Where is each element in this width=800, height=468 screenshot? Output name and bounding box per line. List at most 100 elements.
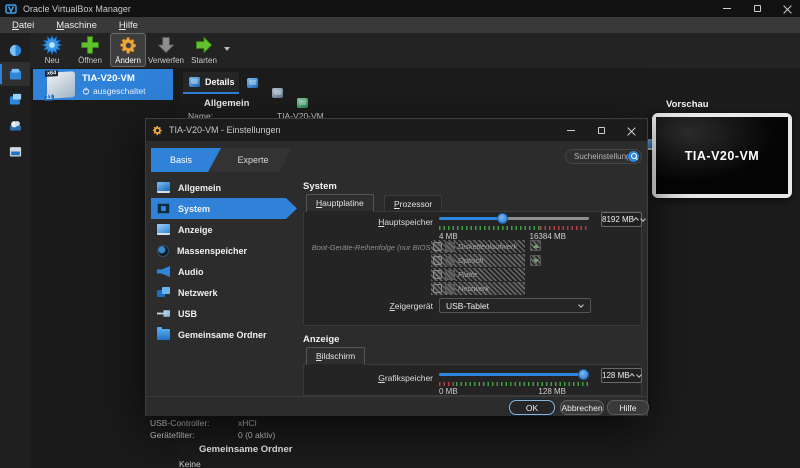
toolbar-start-button[interactable]: Starten (186, 33, 222, 67)
sidebar-item-extensions[interactable] (0, 87, 30, 111)
storage-disk-icon (157, 245, 169, 257)
cancel-button[interactable]: Abbrechen (560, 400, 604, 415)
vram-slider-fill (439, 373, 583, 376)
settings-nav-anzeige[interactable]: Anzeige (151, 219, 299, 240)
minimize-icon (723, 8, 731, 9)
memory-label: Hauptspeicher (303, 217, 433, 227)
nav-label-system: System (178, 204, 210, 214)
logs-tab-icon[interactable] (272, 88, 283, 98)
dialog-close-button[interactable] (617, 121, 645, 139)
maximize-button[interactable] (740, 0, 774, 17)
start-arrow-icon (194, 35, 214, 55)
details-cube-icon (189, 77, 200, 87)
memory-spin-up-icon[interactable] (633, 217, 639, 223)
pointer-device-value: USB-Tablet (440, 301, 579, 311)
display-icon (157, 224, 170, 235)
vm-list-item[interactable]: x64 11 TIA-V20-VM ausgeschaltet (33, 69, 173, 100)
memory-slider[interactable] (439, 212, 589, 224)
tab-bildschirm[interactable]: Bildschirm (306, 347, 365, 365)
experte-tab-label: Experte (237, 155, 268, 165)
settings-gear-icon (119, 36, 138, 55)
sidebar-item-cloud[interactable] (0, 113, 30, 137)
memory-spin-down-icon[interactable] (640, 216, 646, 222)
vm-cube-icon (8, 67, 23, 82)
boot-item-disk[interactable]: Platte (431, 268, 525, 281)
memory-spinbox[interactable]: 8192 MB (601, 212, 642, 227)
menu-datei[interactable]: Datei (12, 20, 34, 31)
tab-hauptplatine[interactable]: Hauptplatine (306, 194, 374, 212)
memory-slider-handle[interactable] (497, 213, 508, 224)
sidebar-item-home[interactable] (0, 38, 30, 62)
vram-label-text: Grafikspeicher (378, 373, 433, 383)
nav-label-netzwerk: Netzwerk (178, 288, 218, 298)
new-starburst-icon (42, 35, 62, 55)
toolbar-new-button[interactable]: Neu (34, 33, 70, 67)
shared-folders-header: Gemeinsame Ordner (199, 444, 292, 455)
settings-nav-massenspeicher[interactable]: Massenspeicher (151, 240, 299, 261)
toolbar-discard-button[interactable]: Verwerfen (148, 33, 184, 67)
pointer-device-label: Zeigergerät (303, 301, 433, 311)
vram-slider-handle[interactable] (578, 369, 589, 380)
move-down-icon (533, 259, 539, 263)
toolbar-open-button[interactable]: Öffnen (72, 33, 108, 67)
vram-spinbox[interactable]: 128 MB (601, 368, 642, 383)
optical-checkbox[interactable] (433, 256, 442, 265)
boot-item-network[interactable]: Netzwerk (431, 282, 525, 295)
toolbar-settings-button[interactable]: Ändern (110, 33, 146, 67)
cloud-icon (8, 118, 23, 133)
toolbar-open-label: Öffnen (78, 56, 102, 65)
boot-label-floppy: Diskettenlaufwerk (458, 242, 517, 251)
close-button[interactable] (770, 0, 800, 17)
vram-slider[interactable] (439, 368, 589, 380)
general-section-header: Allgemein (204, 98, 249, 109)
settings-nav-gemeinsame-ordner[interactable]: Gemeinsame Ordner (151, 324, 299, 345)
dialog-maximize-button[interactable] (587, 121, 615, 139)
dialog-close-icon (627, 126, 636, 135)
start-dropdown-caret-icon[interactable] (224, 47, 230, 51)
search-settings-field[interactable] (565, 149, 642, 164)
sidebar-item-activities[interactable] (0, 139, 30, 163)
nav-label-usb: USB (178, 309, 197, 319)
settings-nav-allgemein[interactable]: Allgemein (151, 177, 299, 198)
system-chip-icon (157, 203, 170, 214)
nav-label-audio: Audio (178, 267, 204, 277)
settings-nav-audio[interactable]: Audio (151, 261, 299, 282)
dialog-gear-icon (152, 125, 163, 136)
floppy-checkbox[interactable] (433, 242, 442, 251)
settings-nav-netzwerk[interactable]: Netzwerk (151, 282, 299, 303)
vram-spin-up-icon[interactable] (629, 373, 635, 379)
boot-move-up-button[interactable] (530, 240, 541, 251)
vram-spin-down-icon[interactable] (636, 372, 642, 378)
boot-item-floppy[interactable]: Diskettenlaufwerk (431, 240, 525, 253)
boot-item-optical[interactable]: Optisch (431, 254, 525, 267)
ok-button[interactable]: OK (509, 400, 555, 415)
activity-tab-icon[interactable] (297, 98, 308, 108)
home-globe-icon (8, 43, 23, 58)
dialog-minimize-button[interactable] (557, 121, 585, 139)
search-settings-input[interactable] (566, 152, 628, 161)
minimize-button[interactable] (710, 0, 744, 17)
boot-label-network: Netzwerk (458, 284, 489, 293)
settings-nav-system[interactable]: System (151, 198, 297, 219)
search-icon[interactable] (628, 151, 639, 162)
pointer-device-dropdown[interactable]: USB-Tablet (439, 298, 591, 313)
boot-move-down-button[interactable] (530, 255, 541, 266)
disk-checkbox[interactable] (433, 270, 442, 279)
help-button[interactable]: Hilfe (607, 400, 649, 415)
help-button-label: Hilfe (619, 403, 636, 413)
menu-hilfe[interactable]: Hilfe (119, 20, 138, 31)
toolbar: Neu Öffnen Ändern Verwerfen Starten (30, 33, 800, 68)
device-filter-value: 0 (0 aktiv) (238, 430, 275, 440)
disk-device-icon (445, 270, 455, 280)
vram-label: Grafikspeicher (303, 373, 433, 383)
menu-maschine[interactable]: Maschine (56, 20, 97, 31)
tab-details[interactable]: Details (183, 72, 239, 94)
vm-preview-screen[interactable]: TIA-V20-VM (652, 113, 792, 198)
snapshots-tab-icon[interactable] (247, 78, 258, 88)
sidebar-item-machines[interactable] (0, 62, 30, 86)
network-checkbox[interactable] (433, 284, 442, 293)
settings-nav-usb[interactable]: USB (151, 303, 299, 324)
vram-max-label: 128 MB (491, 387, 566, 396)
vm-box-icon (8, 92, 23, 107)
usb-controller-label: USB-Controller: (150, 418, 210, 428)
